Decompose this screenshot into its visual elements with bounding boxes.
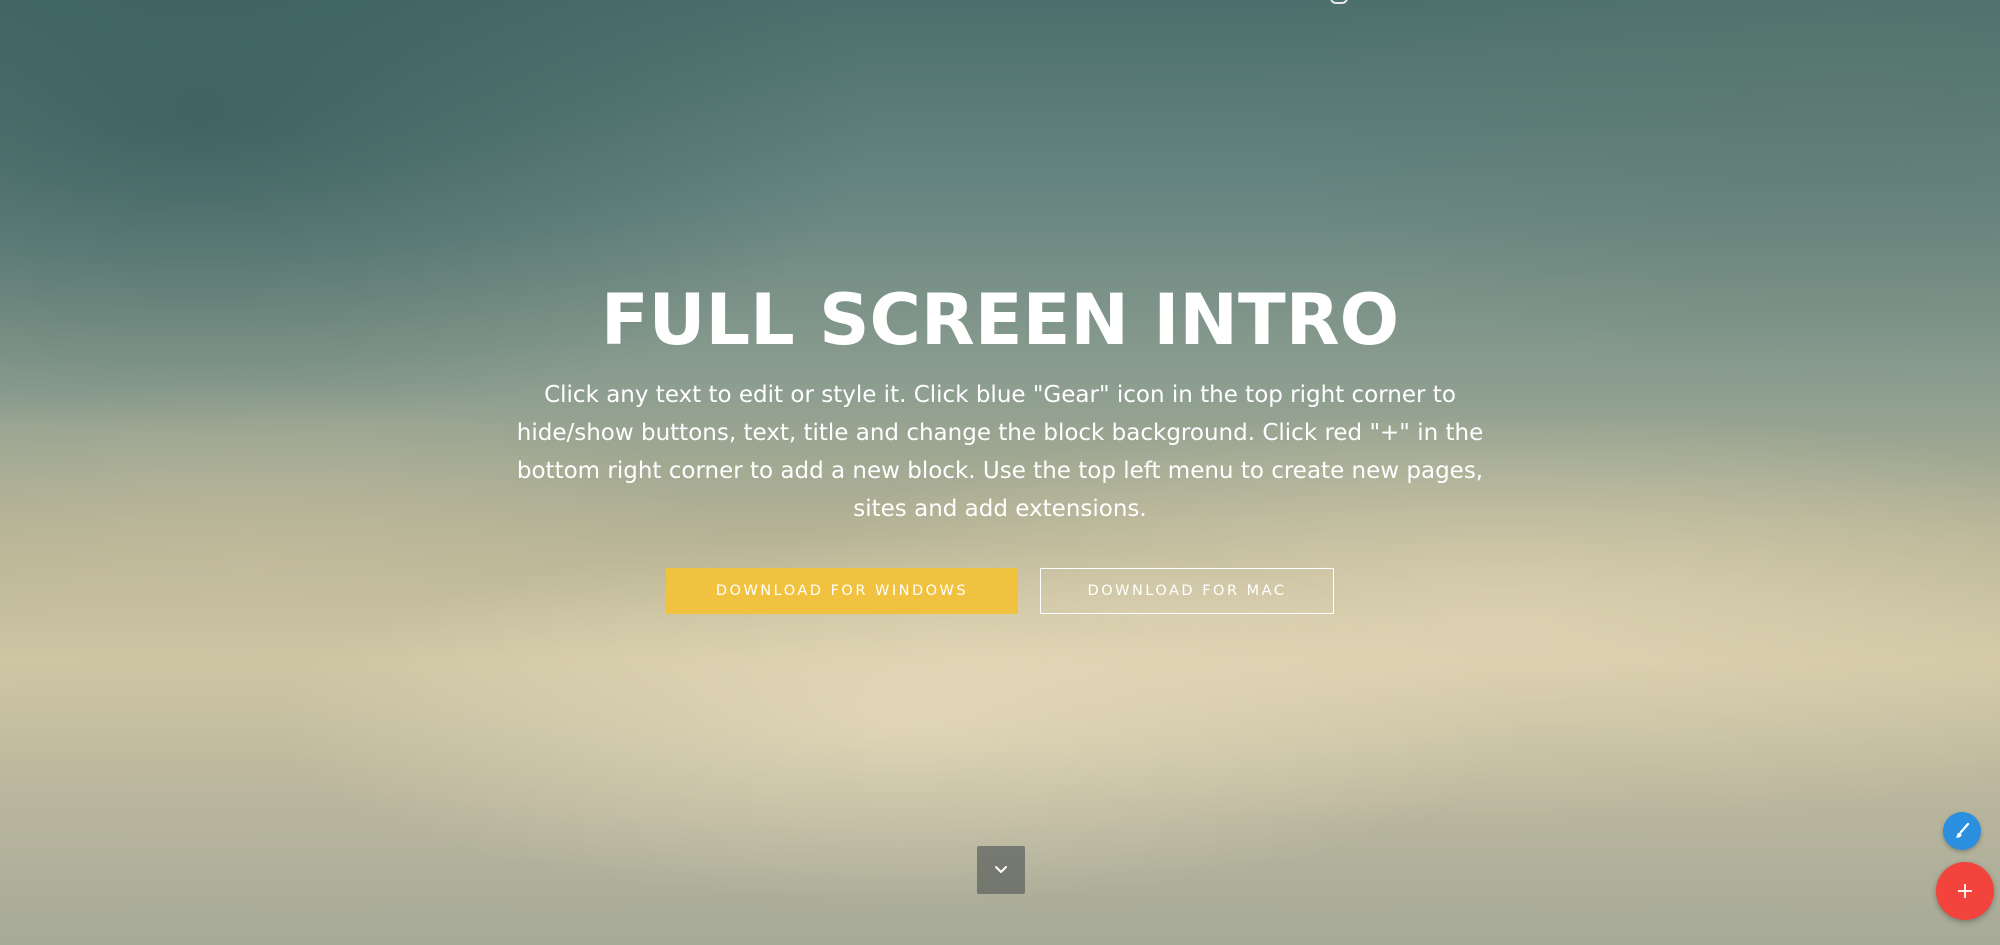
hero-section: FULL SCREEN INTRO Click any text to edit… bbox=[0, 0, 2000, 945]
hero-content: FULL SCREEN INTRO Click any text to edit… bbox=[0, 270, 2000, 614]
top-partial-icon bbox=[1330, 0, 1348, 4]
hero-subtitle[interactable]: Click any text to edit or style it. Clic… bbox=[510, 376, 1490, 528]
add-block-button[interactable] bbox=[1936, 862, 1994, 920]
brush-icon bbox=[1955, 822, 1970, 838]
plus-icon bbox=[1958, 884, 1972, 898]
download-mac-button[interactable]: DOWNLOAD FOR MAC bbox=[1040, 568, 1334, 614]
scroll-down-button[interactable] bbox=[977, 846, 1025, 894]
edit-style-button[interactable] bbox=[1943, 812, 1981, 850]
chevron-down-icon bbox=[995, 866, 1007, 873]
hero-title[interactable]: FULL SCREEN INTRO bbox=[0, 270, 2000, 370]
download-windows-button[interactable]: DOWNLOAD FOR WINDOWS bbox=[666, 568, 1018, 614]
hero-buttons: DOWNLOAD FOR WINDOWS DOWNLOAD FOR MAC bbox=[0, 568, 2000, 614]
